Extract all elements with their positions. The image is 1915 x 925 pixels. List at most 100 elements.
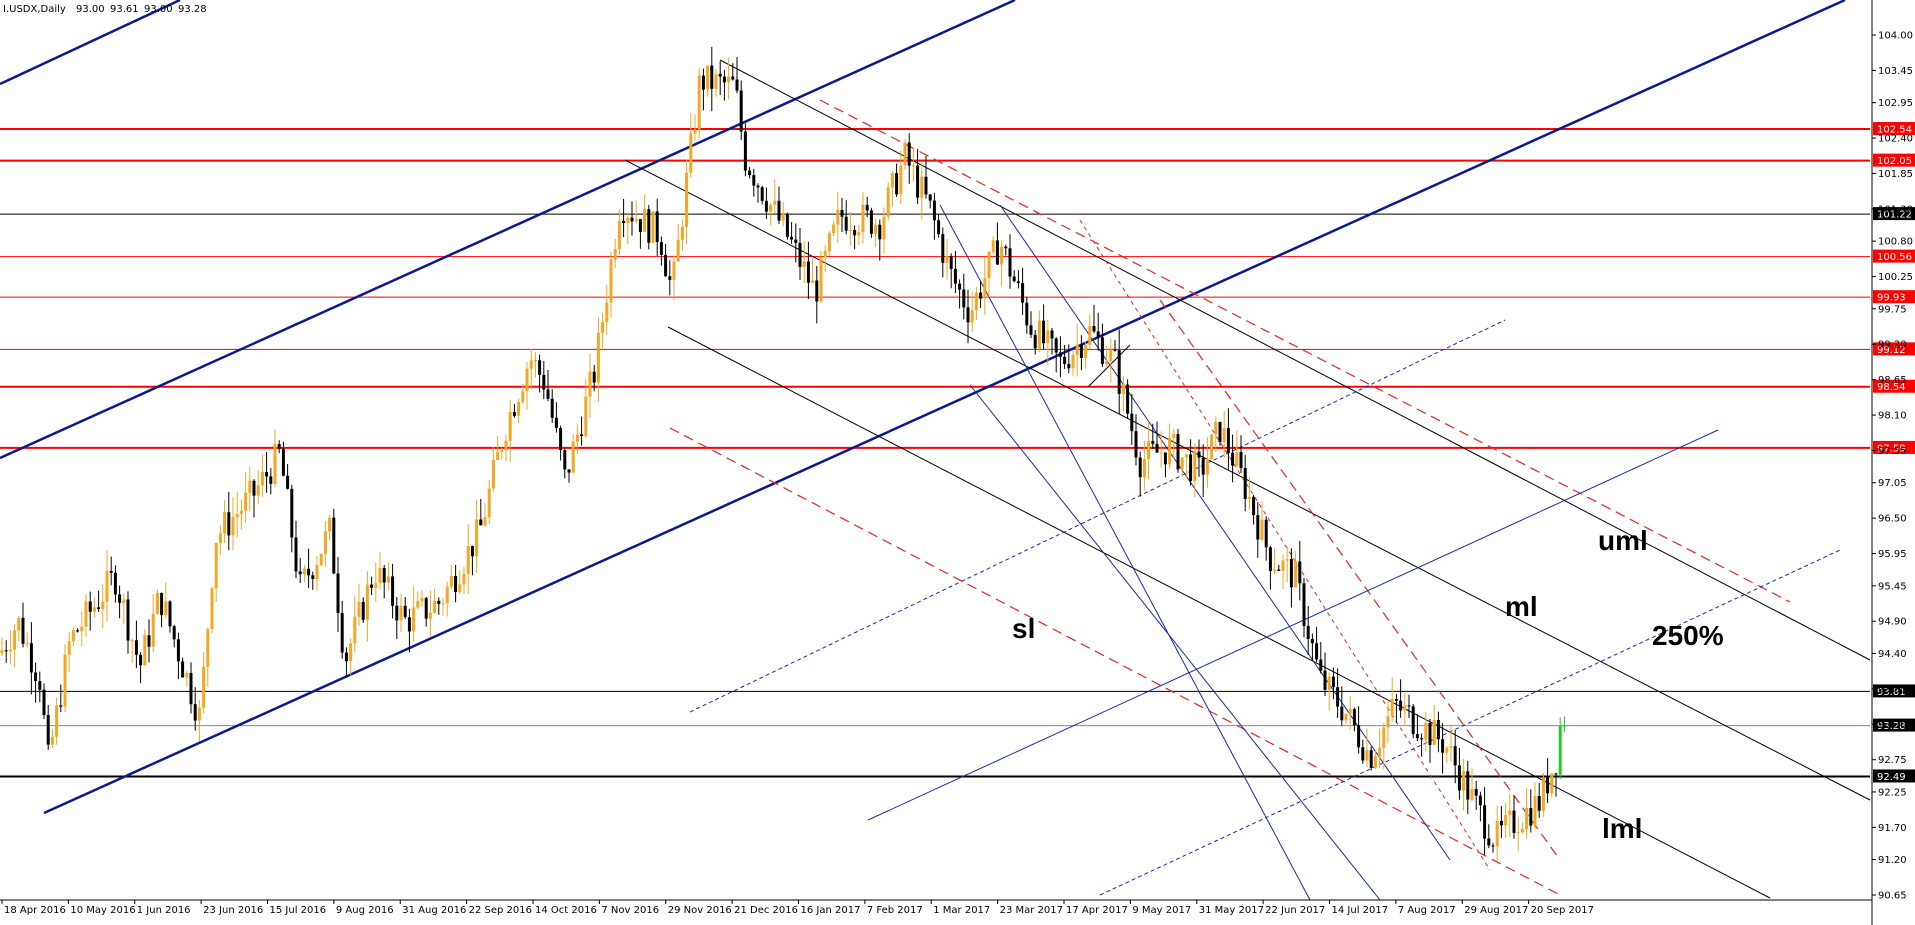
candle-body — [840, 209, 844, 217]
candle-body — [1046, 330, 1050, 344]
candle-body — [374, 583, 378, 588]
date-tick-label: 16 Jan 2017 — [801, 905, 861, 916]
date-tick-label: 9 May 2017 — [1132, 905, 1191, 916]
candle-body — [1067, 363, 1071, 369]
candle-body — [1550, 773, 1554, 794]
candle-body — [193, 704, 197, 721]
candle-body — [1012, 276, 1016, 282]
candle-body — [1529, 808, 1533, 826]
candle-body — [1084, 344, 1088, 359]
candle-body — [907, 142, 911, 166]
candle-body — [1260, 519, 1264, 540]
price-tick-label: 102.40 — [1878, 134, 1913, 145]
date-tick-label: 20 Sep 2017 — [1531, 905, 1594, 916]
candle-body — [970, 310, 974, 323]
candle-body — [949, 256, 953, 269]
candle-body — [1172, 434, 1176, 438]
candle-body — [626, 217, 630, 223]
date-tick-label: 29 Aug 2017 — [1464, 905, 1528, 916]
candle-body — [1336, 687, 1340, 707]
candle-body — [88, 601, 92, 612]
candle-body — [399, 605, 403, 621]
candle-body — [878, 224, 882, 240]
price-tick-label: 91.20 — [1878, 855, 1907, 866]
candle-body — [202, 666, 206, 708]
candle-body — [55, 705, 59, 737]
candle-body — [680, 226, 684, 240]
candle-body — [991, 240, 995, 252]
candle-body — [1063, 356, 1067, 364]
price-tick-label: 97.05 — [1878, 478, 1907, 489]
candle-body — [1285, 559, 1289, 561]
chart-svg: 102.54102.05101.22100.5699.9399.1298.549… — [0, 0, 1915, 925]
candle-body — [1516, 832, 1520, 834]
candle-body — [1537, 795, 1541, 811]
candle-body — [1508, 810, 1512, 815]
candle-body — [1344, 713, 1348, 721]
candle-body — [1159, 452, 1163, 454]
candle-body — [370, 584, 374, 588]
candle-body — [760, 187, 764, 201]
candle-body — [332, 517, 336, 574]
candle-body — [1466, 771, 1470, 800]
candle-body — [378, 567, 382, 584]
candle-body — [1193, 451, 1197, 482]
candle-body — [273, 444, 277, 484]
candle-body — [382, 567, 386, 583]
candle-body — [1453, 746, 1457, 766]
price-tick-label: 92.75 — [1878, 755, 1907, 766]
candle-body — [1113, 349, 1117, 351]
candle-body — [605, 302, 609, 323]
candle-body — [580, 434, 584, 437]
candle-body — [630, 217, 634, 222]
candle-body — [260, 472, 264, 486]
candle-body — [1541, 777, 1545, 811]
candle-body — [815, 280, 819, 302]
candle-body — [634, 219, 638, 222]
candle-body — [479, 519, 483, 526]
candle-body — [437, 600, 441, 604]
date-tick-label: 17 Apr 2017 — [1066, 905, 1128, 916]
candle-body — [252, 480, 256, 496]
candle-body — [1142, 459, 1146, 478]
candle-body — [328, 517, 332, 532]
candle-body — [1403, 705, 1407, 711]
candle-body — [21, 617, 25, 644]
candle-body — [155, 592, 159, 614]
candle-body — [76, 630, 80, 632]
candle-body — [643, 209, 647, 232]
candle-body — [1365, 750, 1369, 761]
price-tick-label: 96.50 — [1878, 514, 1907, 525]
date-tick-label: 23 Mar 2017 — [1000, 905, 1063, 916]
candle-body — [344, 652, 348, 662]
candle-body — [1130, 413, 1134, 432]
candle-body — [882, 216, 886, 240]
candle-body — [458, 584, 462, 592]
candle-body — [924, 176, 928, 195]
candle-body — [563, 450, 567, 470]
level-tag-label: 92.49 — [1877, 772, 1906, 783]
candle-body — [962, 289, 966, 308]
candle-body — [869, 210, 873, 234]
date-tick-label: 7 Feb 2017 — [867, 905, 923, 916]
candle-body — [1184, 454, 1188, 458]
candle-body — [298, 571, 302, 575]
candle-body — [1205, 458, 1209, 475]
date-tick-label: 18 Apr 2016 — [4, 905, 66, 916]
candle-body — [1252, 496, 1256, 516]
candle-body — [932, 200, 936, 221]
candle-body — [1399, 700, 1403, 711]
date-tick-label: 1 Mar 2017 — [933, 905, 990, 916]
candle-body — [1096, 331, 1100, 338]
candle-body — [819, 256, 823, 302]
candle-body — [802, 261, 806, 267]
candle-body — [1445, 747, 1449, 753]
candle-body — [836, 209, 840, 225]
candle-body — [1420, 738, 1424, 740]
candle-body — [1071, 354, 1075, 369]
candle-body — [1037, 320, 1041, 349]
candle-body — [874, 224, 878, 234]
candle-body — [97, 607, 101, 609]
price-tick-label: 101.30 — [1878, 204, 1913, 215]
candle-body — [445, 586, 449, 604]
